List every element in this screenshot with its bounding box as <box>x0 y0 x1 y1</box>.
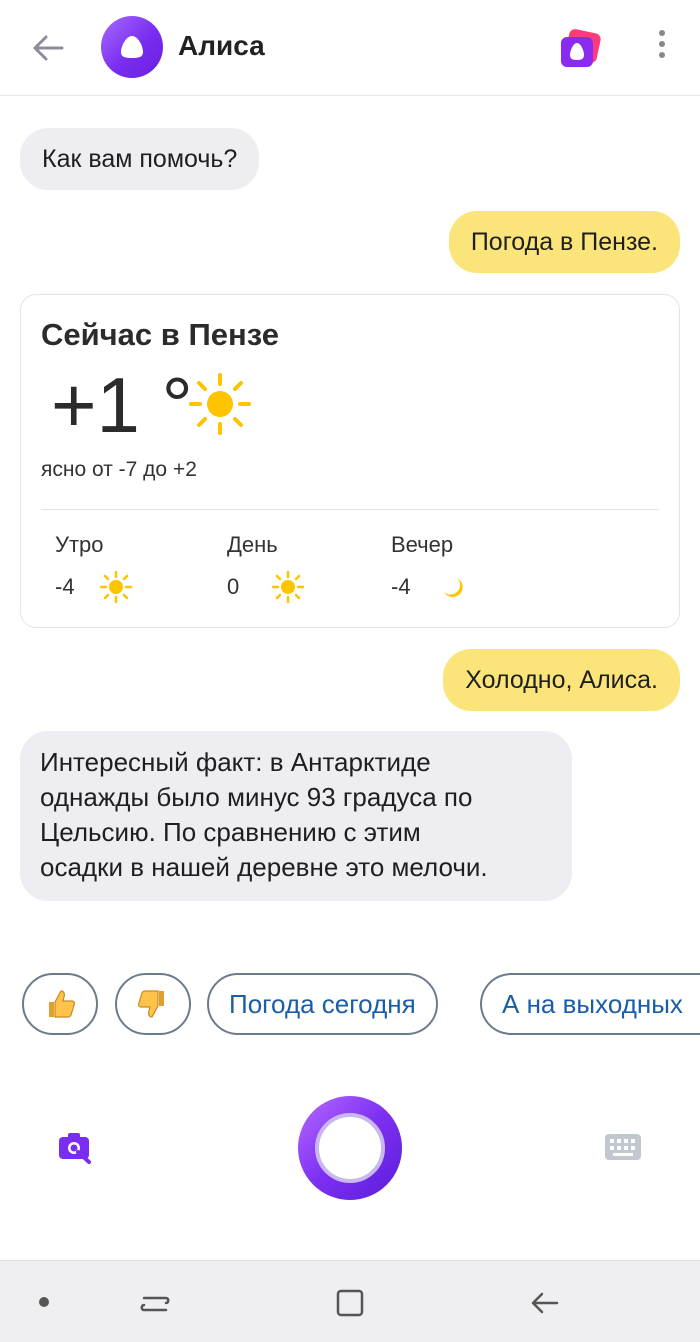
app-header: Алиса <box>0 0 700 96</box>
user-message: Погода в Пензе. <box>448 211 680 273</box>
thumbs-up-icon <box>49 990 75 1018</box>
suggestion-chip[interactable]: А на выходных <box>480 973 700 1035</box>
alice-logo <box>101 16 163 78</box>
user-message-text: Холодно, Алиса. <box>465 666 658 694</box>
forecast-day: День 0 <box>227 532 305 604</box>
forecast-temp: -4 <box>391 574 411 599</box>
cards-icon <box>561 29 601 67</box>
user-message: Холодно, Алиса. <box>443 649 680 711</box>
forecast-morning: Утро -4 <box>55 532 133 604</box>
forecast-temp: -4 <box>55 574 75 599</box>
alice-message-line: однажды было минус 93 градуса по <box>40 782 473 812</box>
cards-button[interactable] <box>555 25 605 71</box>
arrow-left-icon <box>33 35 64 61</box>
thumbs-down-icon <box>138 990 164 1018</box>
dot-icon <box>659 30 665 36</box>
forecast-temp: 0 <box>227 574 240 599</box>
card-divider <box>41 509 659 510</box>
forecast-label: День <box>227 532 278 557</box>
sun-icon <box>99 570 133 604</box>
nav-dot-icon[interactable] <box>39 1297 49 1307</box>
recents-button[interactable] <box>136 1283 176 1323</box>
voice-input-button[interactable] <box>298 1096 402 1200</box>
alice-message: Как вам помочь? <box>20 128 260 190</box>
header-title: Алиса <box>178 30 265 61</box>
alice-message-line: Интересный факт: в Антарктиде <box>40 747 431 777</box>
camera-search-icon <box>59 1133 91 1164</box>
back-button[interactable] <box>28 28 68 68</box>
home-square-icon <box>336 1289 364 1317</box>
alice-message-line: Цельсию. По сравнению с этим <box>40 817 421 847</box>
system-nav-bar <box>0 1260 700 1342</box>
like-button[interactable] <box>22 973 98 1035</box>
back-arrow-icon <box>531 1292 559 1314</box>
user-message-text: Погода в Пензе. <box>470 228 658 256</box>
weather-condition: ясно от -7 до +2 <box>41 458 197 481</box>
forecast-label: Утро <box>55 532 104 557</box>
recents-icon <box>140 1296 170 1312</box>
weather-title: Сейчас в Пензе <box>41 317 279 352</box>
alice-logo-icon <box>121 36 143 58</box>
weather-card[interactable]: Сейчас в Пензе +1 ° ясно от -7 до +2 Утр… <box>20 294 680 628</box>
alice-message: Интересный факт: в Антарктиде однажды бы… <box>20 731 572 901</box>
sun-icon <box>189 373 251 435</box>
dot-icon <box>659 52 665 58</box>
keyboard-icon <box>605 1134 641 1160</box>
current-temperature: +1 ° <box>51 361 193 449</box>
alice-message-line: осадки в нашей деревне это мелочи. <box>40 852 488 882</box>
dot-icon <box>659 41 665 47</box>
forecast-label: Вечер <box>391 532 454 557</box>
alice-message-text: Как вам помочь? <box>42 145 238 173</box>
system-back-button[interactable] <box>525 1283 565 1323</box>
suggestion-chip[interactable]: Погода сегодня <box>207 973 438 1035</box>
forecast-evening: Вечер -4 <box>391 532 469 604</box>
sun-icon <box>271 570 305 604</box>
voice-input-ring <box>315 1113 385 1183</box>
camera-search-button[interactable] <box>56 1128 96 1168</box>
home-button[interactable] <box>330 1283 370 1323</box>
moon-icon <box>444 578 463 598</box>
dislike-button[interactable] <box>115 973 191 1035</box>
more-menu-button[interactable] <box>648 30 676 66</box>
keyboard-button[interactable] <box>603 1131 643 1163</box>
